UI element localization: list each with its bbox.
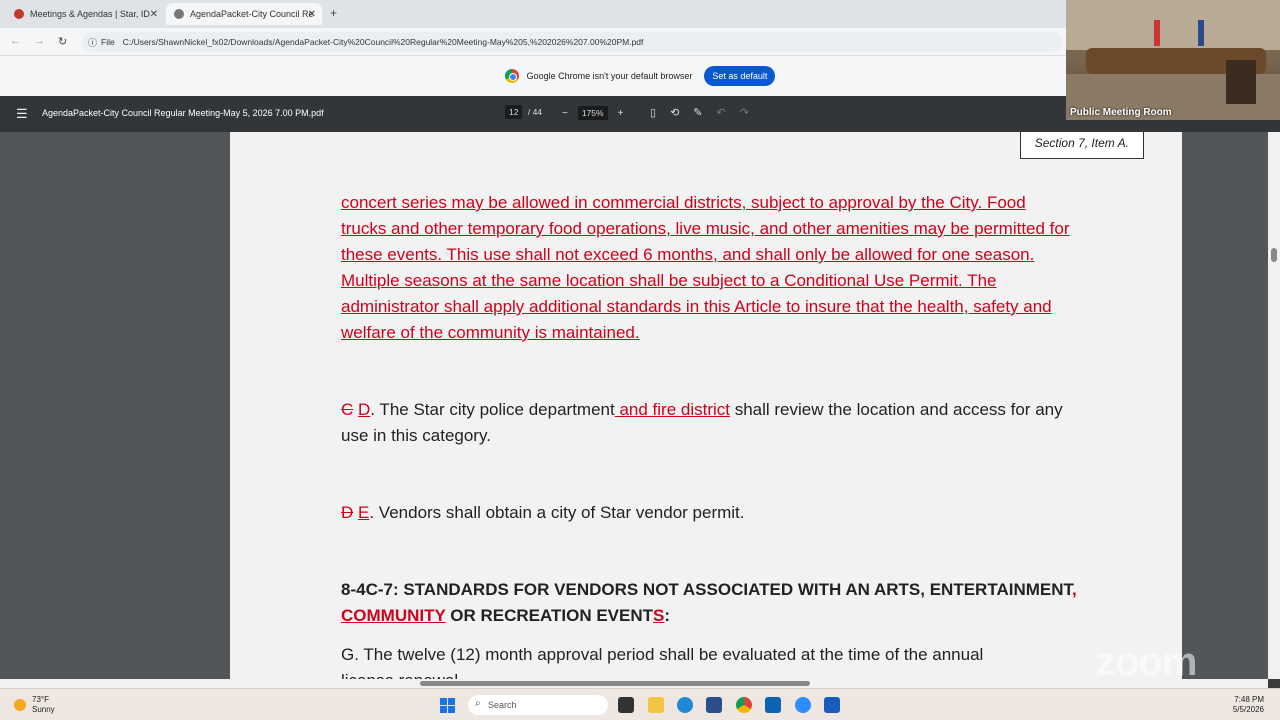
menu-icon[interactable]: ☰ (16, 106, 28, 122)
forward-arrow-icon[interactable]: → (34, 35, 45, 47)
globe-icon (174, 9, 184, 19)
infobar-message: Google Chrome isn't your default browser (526, 71, 693, 81)
item-g-paragraph: G. The twelve (12) month approval period… (341, 642, 1081, 679)
temperature: 73°F (32, 695, 49, 704)
zoom-level-input[interactable]: 175% (577, 106, 608, 120)
horizontal-scrollbar[interactable] (0, 679, 1268, 688)
reload-icon[interactable]: ↻ (58, 35, 67, 48)
annotate-icon[interactable]: ✎ (693, 106, 702, 119)
deleted-letter: C (341, 400, 354, 419)
item-g-text-cut: license renewal. (341, 671, 463, 679)
windows-start-icon[interactable] (440, 698, 455, 713)
word-icon[interactable] (824, 697, 840, 713)
pdf-page: Section 7, Item A. concert series may be… (230, 132, 1182, 679)
zoom-app-icon[interactable] (795, 697, 811, 713)
heading-colon: : (664, 606, 671, 625)
pdf-tools: ▯ ⟲ ✎ ↶ ↷ (650, 106, 749, 119)
clock-time: 7:48 PM (1234, 695, 1264, 704)
item-d-text: . The Star city police department (370, 400, 615, 419)
zoom-out-button[interactable]: − (562, 108, 568, 119)
zoom-watermark: zoom (1096, 640, 1197, 679)
document-title: AgendaPacket-City Council Regular Meetin… (42, 108, 324, 118)
fit-page-icon[interactable]: ▯ (650, 106, 656, 119)
video-podium (1226, 60, 1256, 104)
flag-icon (1198, 20, 1204, 46)
clock-date: 5/5/2026 (1232, 705, 1264, 714)
taskbar: 73°F Sunny ⌕ Search 7:48 PM 5/5/2026 (0, 688, 1280, 720)
tab-label: Meetings & Agendas | Star, ID (30, 9, 150, 19)
tab-agenda-packet[interactable]: AgendaPacket-City Council Re ✕ (166, 3, 322, 25)
search-placeholder: Search (488, 700, 517, 710)
inserted-letter: D (358, 400, 371, 419)
video-caption: Public Meeting Room (1070, 107, 1172, 118)
section-label: Section 7, Item A. (1019, 132, 1144, 159)
rotate-icon[interactable]: ⟲ (670, 106, 679, 119)
outlook-icon[interactable] (765, 697, 781, 713)
item-g-text: G. The twelve (12) month approval period… (341, 645, 984, 664)
set-default-button[interactable]: Set as default (704, 66, 776, 86)
store-icon[interactable] (706, 697, 722, 713)
file-explorer-icon[interactable] (648, 697, 664, 713)
site-favicon-icon (14, 9, 24, 19)
tab-meetings-agendas[interactable]: Meetings & Agendas | Star, ID ✕ (6, 3, 164, 25)
edge-icon[interactable] (677, 697, 693, 713)
taskbar-search[interactable]: ⌕ Search (468, 695, 608, 715)
inserted-letter: S (653, 606, 665, 625)
inserted-letter: E (358, 503, 370, 522)
page-total: / 44 (527, 107, 543, 117)
redo-icon[interactable]: ↷ (740, 106, 749, 119)
system-clock[interactable]: 7:48 PM 5/5/2026 (1233, 695, 1264, 715)
inserted-paragraph: concert series may be allowed in commerc… (341, 193, 1070, 342)
sun-icon (14, 699, 26, 711)
page-number-input[interactable]: 12 (505, 105, 523, 119)
section-heading: 8-4C-7: STANDARDS FOR VENDORS NOT ASSOCI… (341, 577, 1081, 629)
task-view-icon[interactable] (618, 697, 634, 713)
item-d-paragraph: C D. The Star city police department and… (341, 397, 1081, 449)
heading-text-2: OR RECREATION EVENT (445, 606, 653, 625)
close-icon[interactable]: ✕ (150, 9, 158, 20)
weather-condition: Sunny (32, 705, 55, 714)
tab-label: AgendaPacket-City Council Re (190, 9, 314, 19)
item-e-paragraph: D E. Vendors shall obtain a city of Star… (341, 500, 1081, 526)
close-icon[interactable]: ✕ (308, 9, 316, 20)
scrollbar-thumb[interactable] (420, 681, 810, 686)
zoom-controls: − 175% + (562, 106, 623, 120)
meeting-video-feed[interactable]: Public Meeting Room (1066, 0, 1280, 120)
url-text: C:/Users/ShawnNickel_fx02/Downloads/Agen… (122, 37, 644, 47)
flag-icon (1154, 20, 1160, 46)
back-arrow-icon[interactable]: ← (10, 35, 21, 47)
info-icon: ⓘ (88, 37, 98, 48)
deleted-letter: D (341, 503, 354, 522)
inserted-text: and fire district (614, 400, 730, 419)
url-scheme-label: File (101, 37, 115, 47)
heading-text: 8-4C-7: STANDARDS FOR VENDORS NOT ASSOCI… (341, 580, 1073, 599)
scrollbar-thumb[interactable] (1271, 248, 1277, 262)
new-tab-button[interactable]: + (330, 6, 337, 20)
item-e-text: . Vendors shall obtain a city of Star ve… (369, 503, 745, 522)
vertical-scrollbar[interactable] (1268, 132, 1280, 679)
page-indicator: 12 / 44 (505, 105, 543, 119)
url-field[interactable]: ⓘ File C:/Users/ShawnNickel_fx02/Downloa… (82, 32, 1062, 52)
chrome-logo-icon (504, 69, 519, 83)
pdf-viewer[interactable]: Section 7, Item A. concert series may be… (0, 132, 1280, 679)
undo-icon[interactable]: ↶ (717, 106, 726, 119)
zoom-in-button[interactable]: + (618, 108, 624, 119)
chrome-icon[interactable] (736, 697, 752, 713)
weather-widget[interactable]: 73°F Sunny (14, 695, 55, 715)
search-icon: ⌕ (475, 698, 481, 709)
video-wall (1066, 0, 1280, 50)
